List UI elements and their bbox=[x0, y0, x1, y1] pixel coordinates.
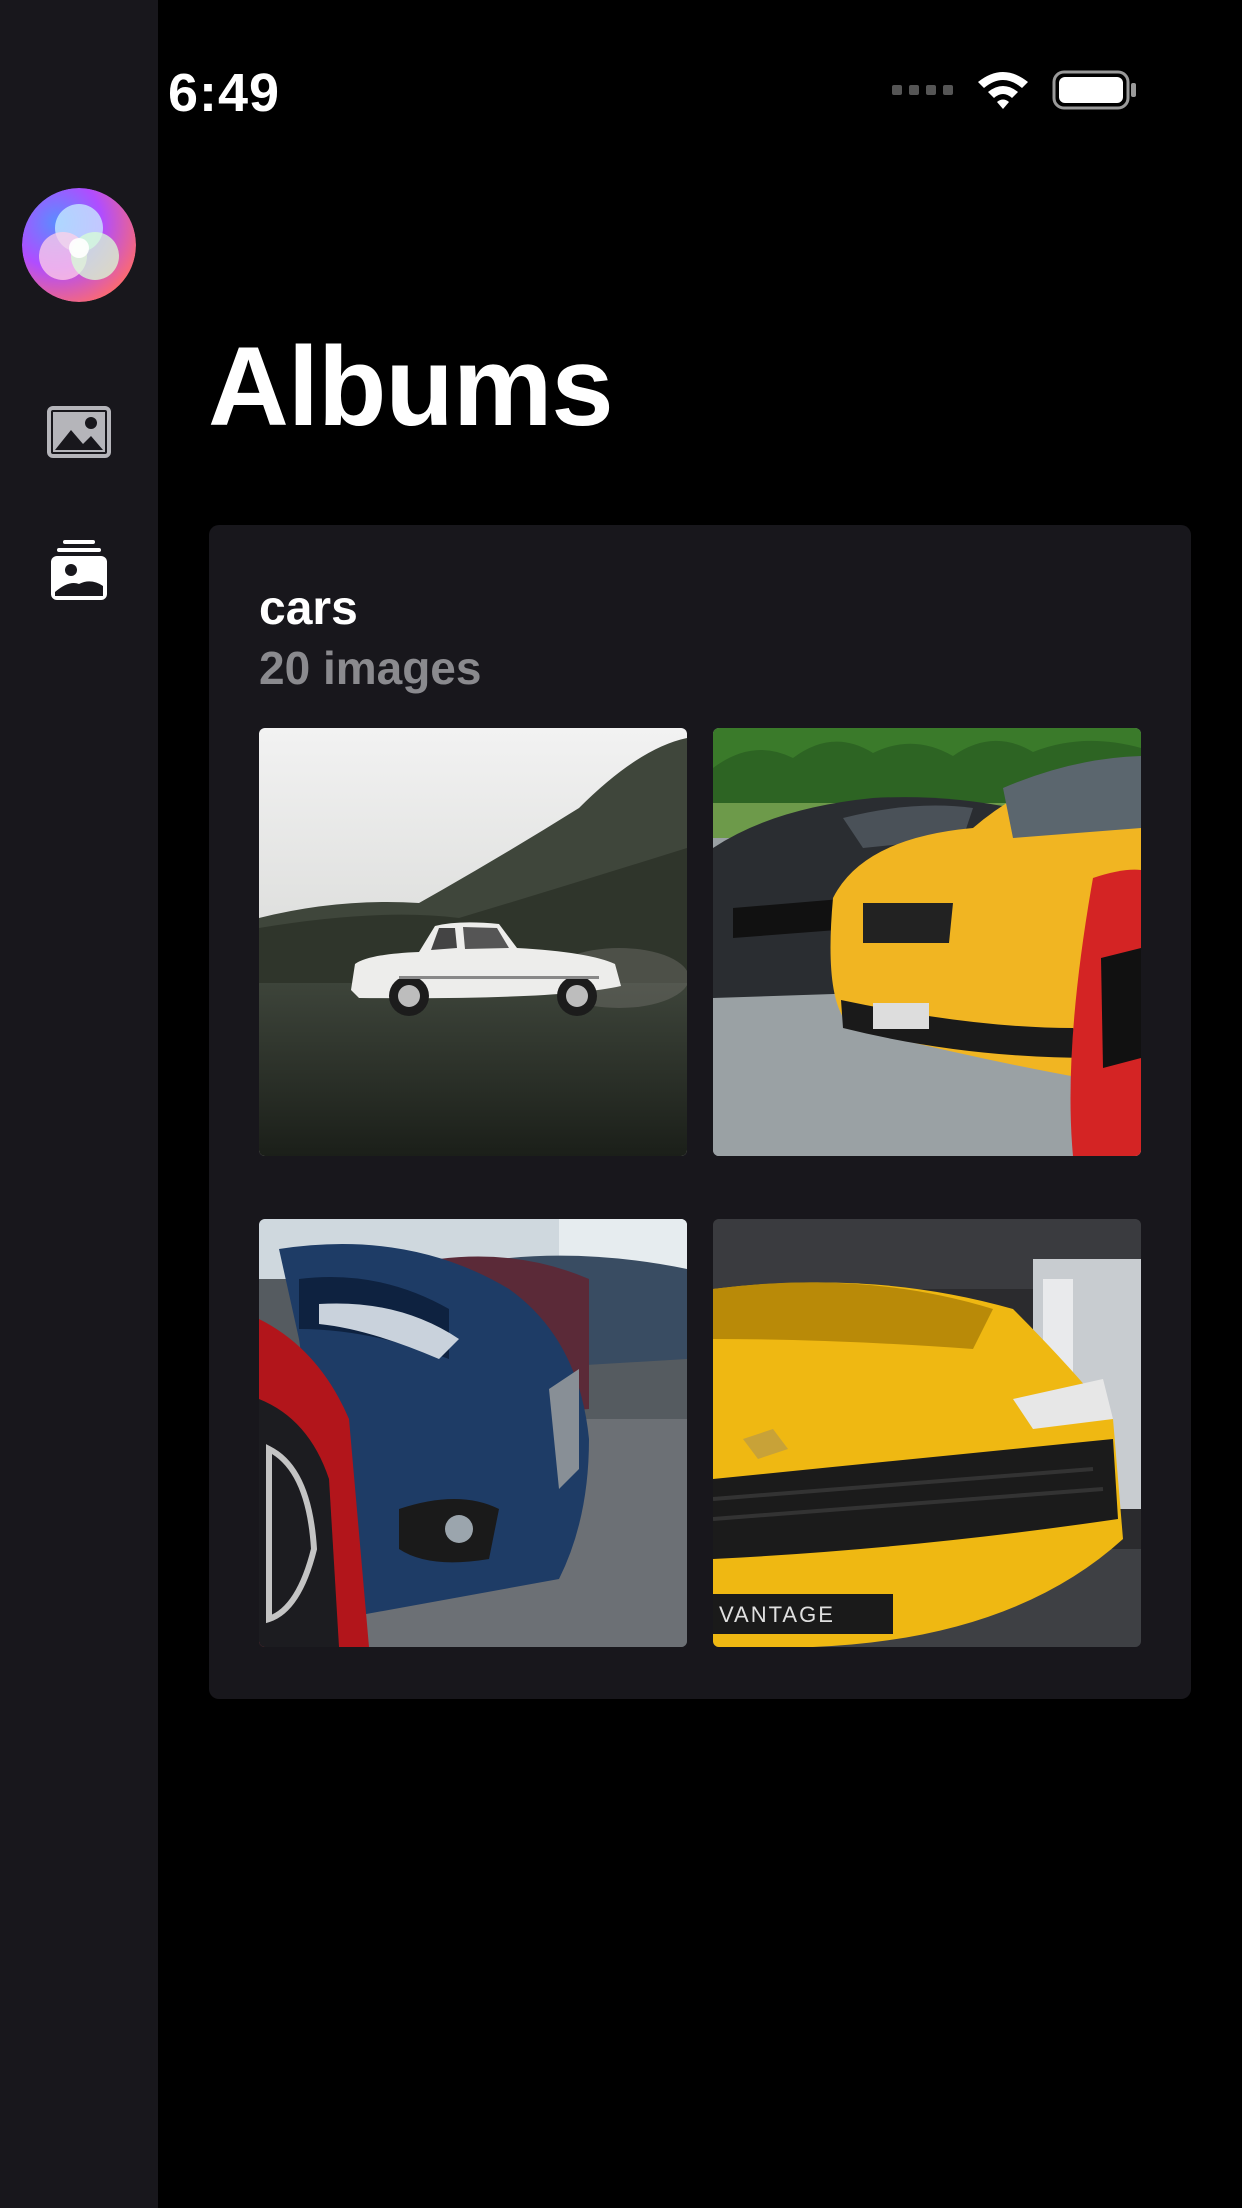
album-thumbnail[interactable] bbox=[713, 728, 1141, 1156]
nav-albums-button[interactable] bbox=[39, 532, 119, 612]
nav-photos-button[interactable] bbox=[39, 394, 119, 474]
status-time: 6:49 bbox=[168, 63, 281, 123]
photo-white-classic-car bbox=[259, 728, 687, 1156]
svg-text:VANTAGE: VANTAGE bbox=[719, 1602, 835, 1627]
photos-icon bbox=[47, 405, 111, 463]
battery-icon bbox=[1052, 70, 1138, 115]
page-title: Albums bbox=[208, 324, 614, 449]
signal-icon bbox=[892, 83, 954, 102]
album-name: cars bbox=[259, 582, 358, 635]
photo-row-of-blue-cars bbox=[259, 1219, 687, 1647]
status-icons bbox=[892, 70, 1138, 115]
albums-icon bbox=[49, 538, 109, 607]
app-logo[interactable] bbox=[22, 188, 136, 302]
album-card[interactable]: cars 20 images VANTAGE bbox=[209, 525, 1191, 1699]
wifi-icon bbox=[976, 70, 1030, 115]
photo-mustangs-parked bbox=[713, 728, 1141, 1156]
album-image-count: 20 images bbox=[259, 642, 482, 694]
album-thumbnail[interactable] bbox=[259, 728, 687, 1156]
photo-yellow-suv: VANTAGE bbox=[713, 1219, 1141, 1647]
album-thumbnail[interactable] bbox=[259, 1219, 687, 1647]
sidebar bbox=[0, 0, 158, 2208]
album-thumbnail[interactable]: VANTAGE bbox=[713, 1219, 1141, 1647]
